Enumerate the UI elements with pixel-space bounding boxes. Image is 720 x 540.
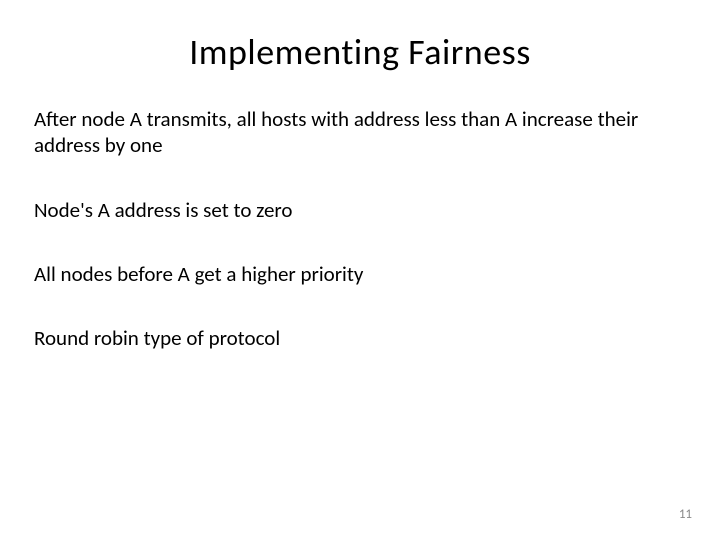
bullet-item: All nodes before A get a higher priority bbox=[30, 261, 690, 287]
bullet-item: Node's A address is set to zero bbox=[30, 197, 690, 223]
slide-container: Implementing Fairness After node A trans… bbox=[0, 0, 720, 540]
bullet-item: After node A transmits, all hosts with a… bbox=[30, 106, 690, 159]
page-number: 11 bbox=[679, 507, 692, 522]
bullet-item: Round robin type of protocol bbox=[30, 325, 690, 351]
slide-title: Implementing Fairness bbox=[30, 30, 690, 74]
